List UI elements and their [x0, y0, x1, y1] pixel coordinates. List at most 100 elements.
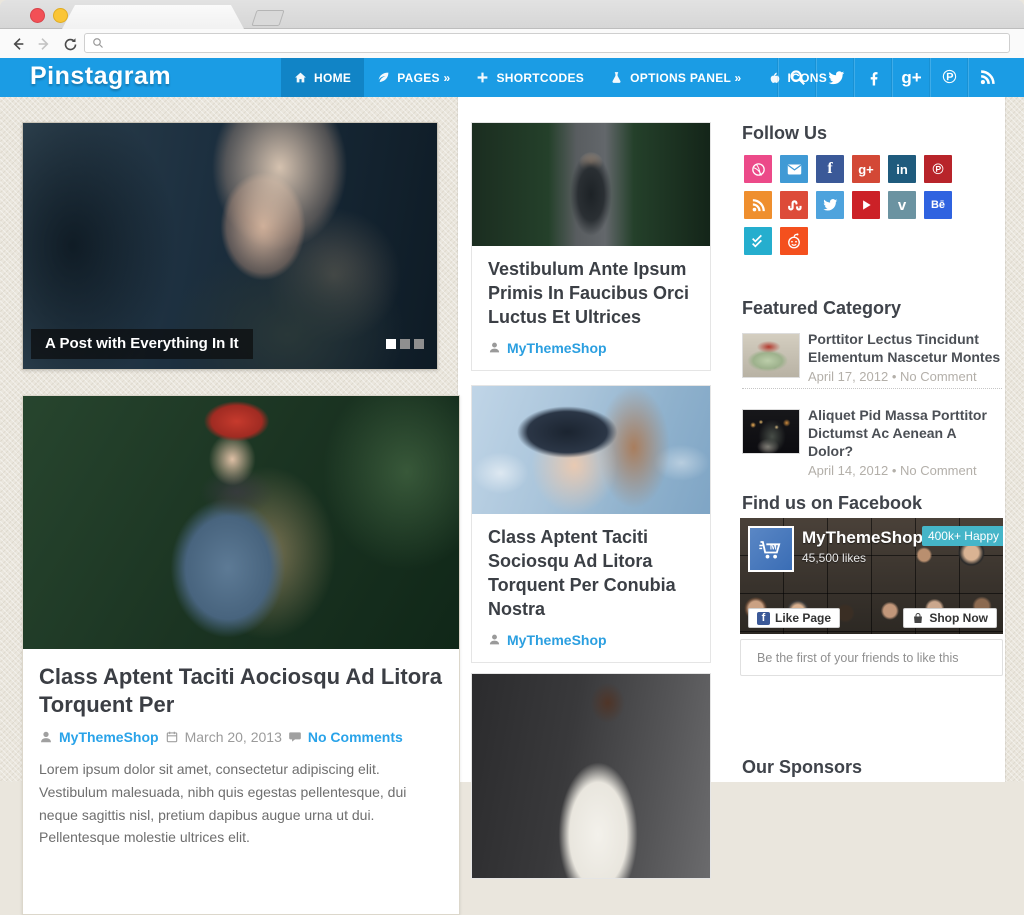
url-input[interactable]	[109, 35, 1009, 51]
plus-icon	[476, 71, 489, 84]
grid-post-title[interactable]: Vestibulum Ante Ipsum Primis In Faucibus…	[488, 258, 694, 330]
new-tab-button[interactable]	[251, 10, 284, 26]
navbar-social: g+ ℗	[778, 58, 1006, 97]
pinterest-icon[interactable]: ℗	[930, 58, 968, 97]
pinterest-icon[interactable]: ℗	[924, 155, 952, 183]
youtube-icon[interactable]	[852, 191, 880, 219]
menu-label: HOME	[314, 71, 351, 85]
grid-post-author-link[interactable]: MyThemeShop	[507, 340, 607, 356]
facebook-icon[interactable]: f	[816, 155, 844, 183]
shopping-bag-icon	[912, 612, 924, 624]
twitter-icon[interactable]	[816, 58, 854, 97]
browser-toolbar	[0, 29, 1024, 58]
facebook-page-widget[interactable]: M MyThemeShop 45,500 likes 400k+ Happy f…	[740, 518, 1003, 634]
facebook-like-page-button[interactable]: f Like Page	[748, 608, 840, 628]
dribbble-icon[interactable]	[744, 155, 772, 183]
browser-titlebar	[0, 0, 1024, 29]
home-icon	[294, 71, 307, 84]
menu-item-home[interactable]: HOME	[281, 58, 364, 97]
search-icon	[92, 37, 104, 49]
main-menu: HOME PAGES » SHORTCODES OPTIONS PANEL » …	[281, 58, 840, 97]
facebook-happy-badge: 400k+ Happy	[922, 526, 1003, 546]
minimize-window-button[interactable]	[53, 8, 68, 23]
post-image-woman-sunglasses[interactable]	[472, 386, 710, 514]
back-button[interactable]	[8, 34, 28, 54]
facebook-friends-note: Be the first of your friends to like thi…	[740, 639, 1003, 676]
navbar-search-button[interactable]	[778, 58, 816, 97]
menu-item-options-panel[interactable]: OPTIONS PANEL »	[597, 58, 754, 97]
facebook-likes-count: 45,500 likes	[802, 551, 866, 565]
featured-item-title[interactable]: Porttitor Lectus Tincidunt Elementum Nas…	[808, 331, 1005, 367]
leaf-icon	[377, 71, 390, 84]
featured-slider[interactable]: A Post with Everything In It	[22, 122, 438, 370]
featured-item[interactable]: Aliquet Pid Massa Porttitor Dictumst Ac …	[742, 407, 1005, 478]
grid-post-body: Vestibulum Ante Ipsum Primis In Faucibus…	[472, 246, 710, 370]
foursquare-icon[interactable]	[744, 227, 772, 255]
facebook-page-name[interactable]: MyThemeShop	[802, 528, 923, 548]
rss-icon[interactable]	[744, 191, 772, 219]
slider-caption[interactable]: A Post with Everything In It	[31, 329, 253, 359]
like-page-label: Like Page	[775, 611, 831, 625]
menu-label: OPTIONS PANEL »	[630, 71, 741, 85]
follow-us-heading: Follow Us	[742, 123, 827, 144]
post-comments-link[interactable]: No Comments	[308, 729, 403, 745]
slider-dot-2[interactable]	[400, 339, 410, 349]
post-image-man-on-road[interactable]	[472, 123, 710, 246]
pinstagram-demo-page: { "colors": { "accent_blue": "#1b9ce4", …	[0, 0, 1024, 782]
shop-now-label: Shop Now	[929, 611, 988, 625]
behance-icon[interactable]: Bē	[924, 191, 952, 219]
featured-item-title[interactable]: Aliquet Pid Massa Porttitor Dictumst Ac …	[808, 407, 1005, 461]
post-image-photographer-girl[interactable]	[23, 396, 459, 649]
grid-post-author-link[interactable]: MyThemeShop	[507, 632, 607, 648]
menu-label: SHORTCODES	[496, 71, 584, 85]
facebook-heading: Find us on Facebook	[742, 493, 922, 514]
grid-post-card: Vestibulum Ante Ipsum Primis In Faucibus…	[471, 122, 711, 371]
featured-category-heading: Featured Category	[742, 298, 901, 319]
google-plus-icon[interactable]: g+	[892, 58, 930, 97]
rss-icon[interactable]	[968, 58, 1006, 97]
facebook-page-avatar[interactable]: M	[748, 526, 794, 572]
slider-dot-1[interactable]	[386, 339, 396, 349]
close-window-button[interactable]	[30, 8, 45, 23]
menu-item-pages[interactable]: PAGES »	[364, 58, 463, 97]
stumbleupon-icon[interactable]	[780, 191, 808, 219]
post-image-woman-white-dress[interactable]	[472, 674, 710, 879]
grid-post-title[interactable]: Class Aptent Taciti Sociosqu Ad Litora T…	[488, 526, 694, 622]
browser-tab[interactable]	[62, 5, 244, 29]
featured-thumbnail-night[interactable]	[742, 409, 800, 454]
featured-item[interactable]: Porttitor Lectus Tincidunt Elementum Nas…	[742, 331, 1005, 384]
facebook-shop-now-button[interactable]: Shop Now	[903, 608, 997, 628]
facebook-icon: f	[757, 612, 770, 625]
comments-icon	[288, 730, 302, 744]
facebook-icon[interactable]	[854, 58, 892, 97]
reddit-icon[interactable]	[780, 227, 808, 255]
post-excerpt: Lorem ipsum dolor sit amet, consectetur …	[39, 758, 443, 849]
grid-post-card: Class Aptent Taciti Sociosqu Ad Litora T…	[471, 385, 711, 663]
author-icon	[39, 730, 53, 744]
grid-post-card	[471, 673, 711, 879]
linkedin-icon[interactable]: in	[888, 155, 916, 183]
site-navbar: Pinstagram HOME PAGES » SHORTCODES OPTIO…	[0, 58, 1024, 97]
slider-dot-3[interactable]	[414, 339, 424, 349]
site-logo[interactable]: Pinstagram	[30, 58, 171, 97]
post-meta: MyThemeShop March 20, 2013 No Comments	[39, 729, 443, 745]
author-icon	[488, 341, 501, 354]
follow-us-icons: f g+ in ℗ v Bē	[744, 155, 956, 255]
grid-post-meta: MyThemeShop	[488, 340, 694, 356]
reload-button[interactable]	[60, 34, 80, 54]
post-body: Class Aptent Taciti Aociosqu Ad Litora T…	[23, 649, 459, 849]
menu-label: PAGES »	[397, 71, 450, 85]
featured-thumbnail-car[interactable]	[742, 333, 800, 378]
dotted-divider	[742, 388, 1002, 389]
google-plus-icon[interactable]: g+	[852, 155, 880, 183]
forward-button[interactable]	[34, 34, 54, 54]
email-icon[interactable]	[780, 155, 808, 183]
post-author-link[interactable]: MyThemeShop	[59, 729, 159, 745]
menu-item-shortcodes[interactable]: SHORTCODES	[463, 58, 597, 97]
twitter-icon[interactable]	[816, 191, 844, 219]
vimeo-icon[interactable]: v	[888, 191, 916, 219]
sidebar: Follow Us f g+ in ℗ v Bē Featured Catego…	[742, 97, 1005, 782]
address-bar[interactable]	[84, 33, 1010, 53]
post-title[interactable]: Class Aptent Taciti Aociosqu Ad Litora T…	[39, 663, 443, 719]
svg-text:M: M	[770, 543, 777, 552]
